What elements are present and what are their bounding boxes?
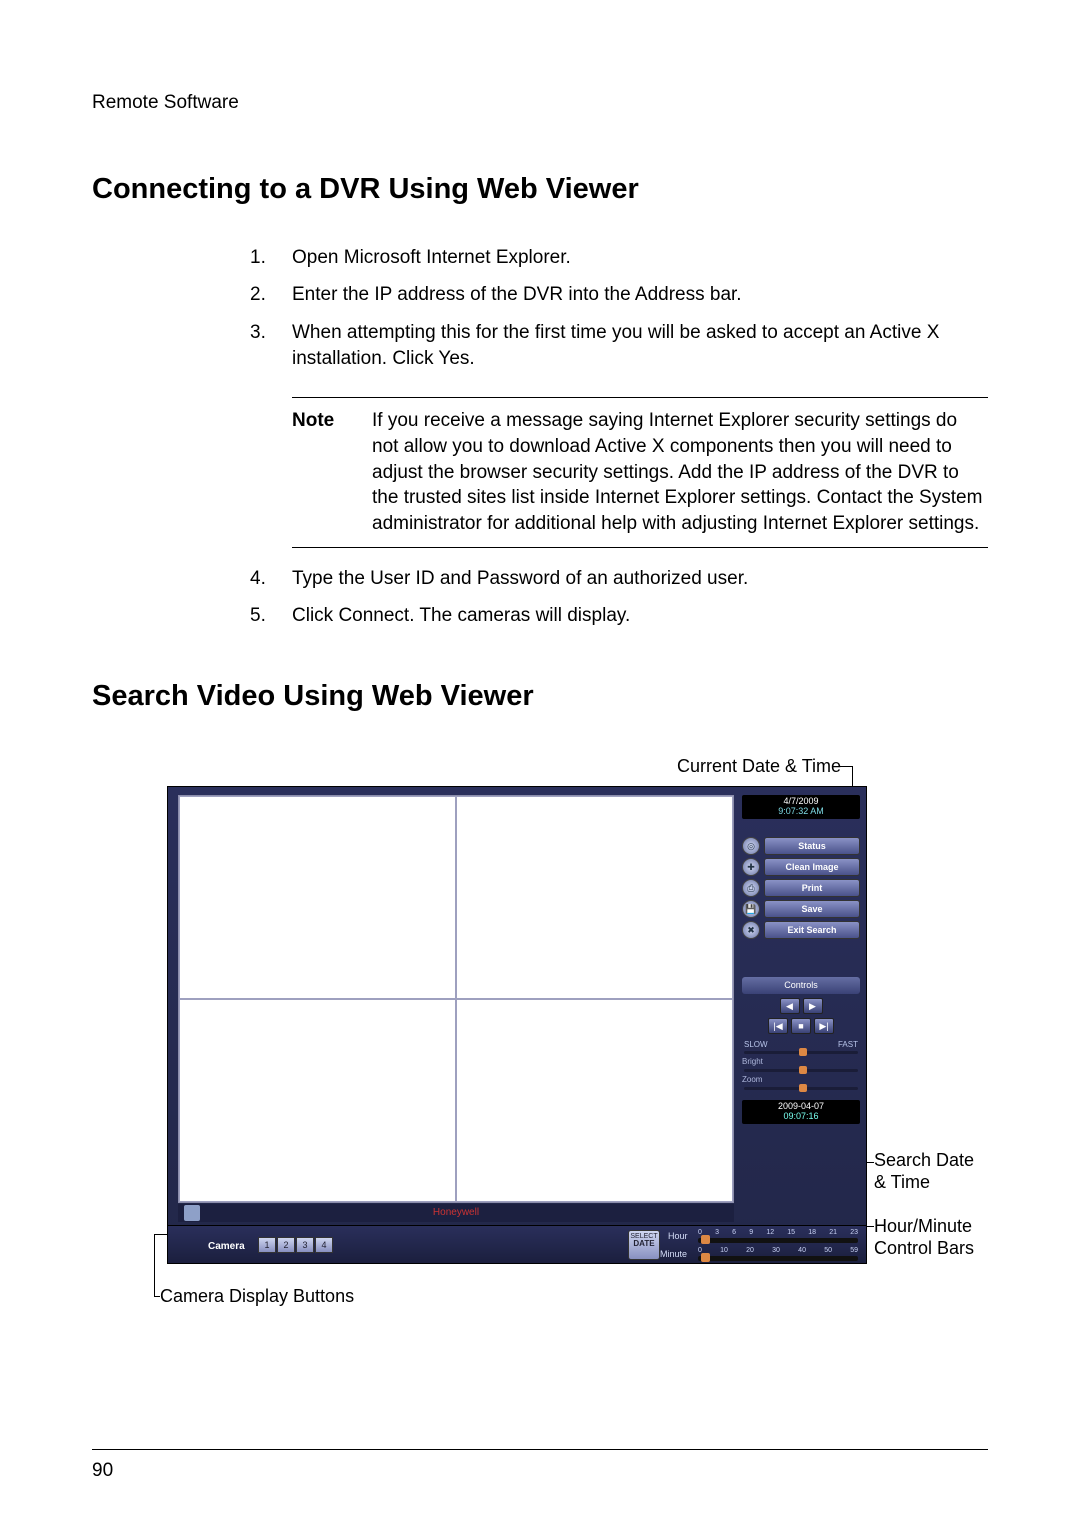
- exit-search-button[interactable]: ✖ Exit Search: [742, 921, 860, 939]
- section1-title: Connecting to a DVR Using Web Viewer: [92, 170, 988, 209]
- callout-search-datetime: Search Date & Time: [874, 1150, 988, 1193]
- video-footer-brand: Honeywell: [178, 1204, 734, 1222]
- current-time: 9:07:32 AM: [742, 807, 860, 817]
- steps-list-1: 1.Open Microsoft Internet Explorer. 2.En…: [92, 245, 988, 372]
- controls-header: Controls: [742, 977, 860, 993]
- hour-label: Hour: [668, 1230, 688, 1242]
- video-cell-1[interactable]: [179, 796, 456, 999]
- step-fwd-button[interactable]: ▶|: [814, 1018, 834, 1034]
- callout-current-datetime: Current Date & Time: [677, 756, 841, 778]
- search-datetime-box: 2009-04-07 09:07:16: [742, 1100, 860, 1124]
- step-2-text: Enter the IP address of the DVR into the…: [292, 284, 742, 305]
- search-time-text: 09:07:16: [742, 1112, 860, 1122]
- print-icon: ⎙: [742, 879, 760, 897]
- zoom-slider[interactable]: [744, 1087, 858, 1090]
- stop-button[interactable]: ■: [791, 1018, 811, 1034]
- camera-label: Camera: [208, 1240, 245, 1254]
- hour-track[interactable]: 03691215182123: [698, 1238, 858, 1243]
- video-cell-4[interactable]: [456, 999, 733, 1202]
- exit-label: Exit Search: [764, 921, 860, 939]
- note-block: Note If you receive a message saying Int…: [292, 397, 988, 547]
- save-button[interactable]: 💾 Save: [742, 900, 860, 918]
- fast-label: FAST: [838, 1040, 858, 1051]
- clean-label: Clean Image: [764, 858, 860, 876]
- step-1: 1.Open Microsoft Internet Explorer.: [292, 245, 988, 271]
- page-number: 90: [92, 1458, 113, 1484]
- camera-1-button[interactable]: 1: [258, 1237, 276, 1253]
- minute-track[interactable]: 0102030405059: [698, 1256, 858, 1261]
- section2-title: Search Video Using Web Viewer: [92, 677, 988, 716]
- callout-camera-buttons: Camera Display Buttons: [160, 1286, 354, 1308]
- select-date-bottom: DATE: [629, 1240, 659, 1248]
- steps-list-2: 4.Type the User ID and Password of an au…: [92, 566, 988, 629]
- slow-label: SLOW: [744, 1040, 768, 1051]
- status-button[interactable]: ◎ Status: [742, 837, 860, 855]
- status-label: Status: [764, 837, 860, 855]
- exit-icon: ✖: [742, 921, 760, 939]
- footer-rule: [92, 1449, 988, 1450]
- step-5: 5.Click Connect. The cameras will displa…: [292, 603, 988, 629]
- clean-image-button[interactable]: ✚ Clean Image: [742, 858, 860, 876]
- note-label: Note: [292, 408, 348, 536]
- step-back-button[interactable]: |◀: [768, 1018, 788, 1034]
- step-1-text: Open Microsoft Internet Explorer.: [292, 247, 571, 268]
- camera-3-button[interactable]: 3: [296, 1237, 314, 1253]
- print-button[interactable]: ⎙ Print: [742, 879, 860, 897]
- web-viewer-panel: Honeywell 4/7/2009 9:07:32 AM ◎ Status ✚: [167, 786, 867, 1264]
- bright-slider[interactable]: [744, 1069, 858, 1072]
- video-grid[interactable]: [178, 795, 734, 1203]
- print-label: Print: [764, 879, 860, 897]
- current-datetime-box: 4/7/2009 9:07:32 AM: [742, 795, 860, 819]
- running-header: Remote Software: [92, 90, 988, 116]
- video-cell-2[interactable]: [456, 796, 733, 999]
- layout-icon[interactable]: [184, 1205, 200, 1221]
- clean-icon: ✚: [742, 858, 760, 876]
- step-4-text: Type the User ID and Password of an auth…: [292, 568, 748, 589]
- callout-hm-bars: Hour/Minute Control Bars: [874, 1216, 988, 1259]
- step-2: 2.Enter the IP address of the DVR into t…: [292, 282, 988, 308]
- step-4: 4.Type the User ID and Password of an au…: [292, 566, 988, 592]
- speed-slider[interactable]: [744, 1051, 858, 1054]
- note-text: If you receive a message saying Internet…: [372, 408, 988, 536]
- web-viewer-figure: Current Date & Time Search Date & Time H…: [122, 762, 988, 1322]
- camera-buttons: 1 2 3 4: [258, 1237, 333, 1253]
- camera-2-button[interactable]: 2: [277, 1237, 295, 1253]
- save-label: Save: [764, 900, 860, 918]
- save-icon: 💾: [742, 900, 760, 918]
- status-icon: ◎: [742, 837, 760, 855]
- rewind-button[interactable]: ◀: [780, 998, 800, 1014]
- minute-label: Minute: [660, 1248, 687, 1260]
- step-5-text: Click Connect. The cameras will display.: [292, 605, 630, 626]
- video-cell-3[interactable]: [179, 999, 456, 1202]
- viewer-bottom-bar: Camera 1 2 3 4 SELECT DATE Hour 03: [168, 1225, 866, 1263]
- select-date-button[interactable]: SELECT DATE: [628, 1230, 660, 1260]
- step-3-text: When attempting this for the first time …: [292, 322, 939, 369]
- camera-4-button[interactable]: 4: [315, 1237, 333, 1253]
- play-button[interactable]: ▶: [803, 998, 823, 1014]
- step-3: 3.When attempting this for the first tim…: [292, 320, 988, 371]
